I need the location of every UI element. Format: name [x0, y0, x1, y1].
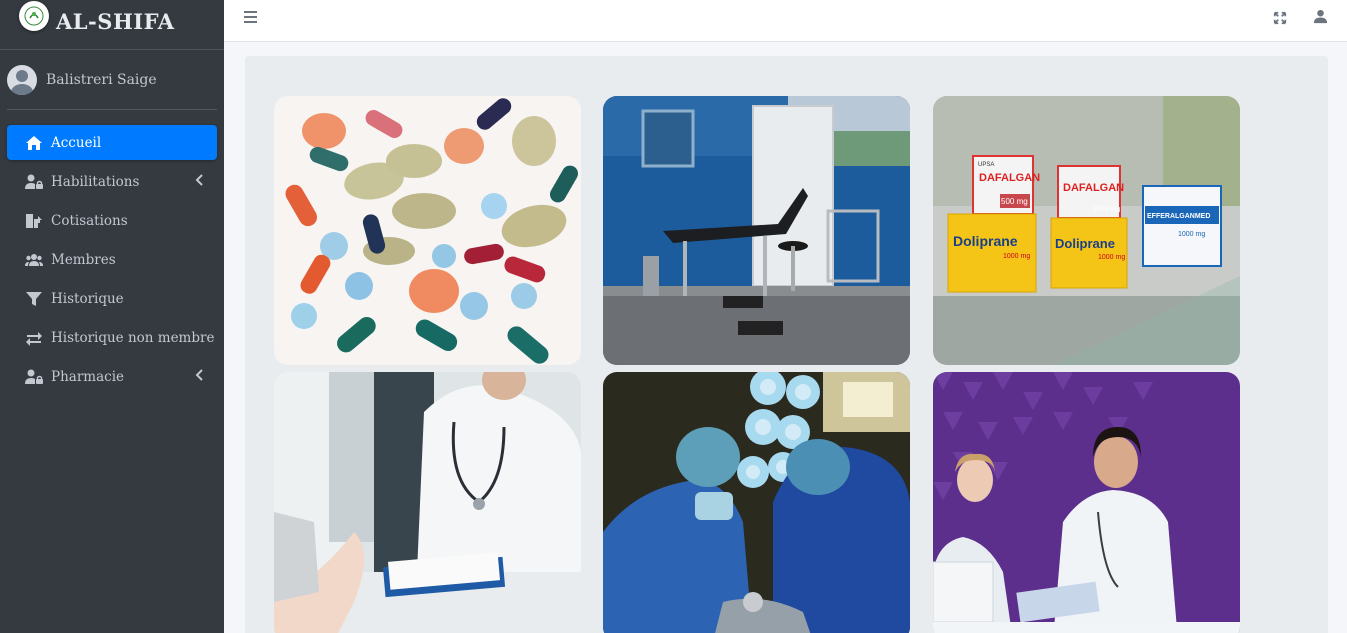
- chevron-left-icon: [195, 369, 203, 383]
- user-avatar-icon[interactable]: [7, 64, 37, 95]
- brand-name: AL-SHIFA: [56, 9, 175, 34]
- sidebar-item-cotisations[interactable]: Cotisations: [7, 203, 217, 238]
- hamburger-icon[interactable]: [244, 11, 260, 27]
- sidebar-item-historique[interactable]: Historique: [7, 281, 217, 316]
- chevron-left-icon: [195, 174, 203, 188]
- expand-icon[interactable]: [1273, 10, 1289, 26]
- user-name[interactable]: Balistreri Saige: [46, 72, 157, 88]
- sidebar-item-label: Membres: [51, 251, 116, 268]
- sidebar-item-label: Accueil: [51, 134, 102, 151]
- sidebar-item-habilitations[interactable]: Habilitations: [7, 164, 217, 199]
- sidebar: AL-SHIFA Balistreri Saige Accueil Habili…: [0, 0, 224, 633]
- brand-link[interactable]: AL-SHIFA: [0, 0, 224, 50]
- dose-label-3: 1000 mg: [1093, 206, 1120, 213]
- doctor-consultation-image: [274, 372, 581, 633]
- top-navbar: [224, 0, 1347, 42]
- sidebar-nav: Accueil Habilitations Cotisations Membre…: [0, 110, 224, 394]
- logo-icon: [19, 0, 49, 31]
- pharmacy-boxes-image: DAFALGAN 500 mg 500 mg UPSA DAFALGAN 100…: [933, 96, 1240, 365]
- sidebar-item-label: Habilitations: [51, 173, 140, 190]
- users-icon: [23, 251, 45, 269]
- filter-icon: [23, 290, 45, 308]
- dafalgan-label-2: DAFALGAN: [1063, 182, 1124, 194]
- sidebar-item-pharmacie[interactable]: Pharmacie: [7, 359, 217, 394]
- examination-room-image: [603, 96, 910, 365]
- medicine-pills-image: [274, 96, 581, 365]
- dose-label-5: 1000 mg: [1003, 253, 1030, 260]
- home-icon: [23, 134, 45, 152]
- sidebar-item-membres[interactable]: Membres: [7, 242, 217, 277]
- sidebar-item-historique-non-membre[interactable]: Historique non membre: [7, 320, 217, 355]
- user-panel: Balistreri Saige: [7, 50, 217, 110]
- content-card: DAFALGAN 500 mg 500 mg UPSA DAFALGAN 100…: [245, 56, 1328, 633]
- cotisations-icon: [23, 212, 45, 230]
- dose-label-2: 500 mg: [1001, 197, 1028, 206]
- dose-label-4: 1000 mg: [1178, 231, 1205, 238]
- efferalgan-label: EFFERALGANMED: [1147, 213, 1210, 220]
- dafalgan-label: DAFALGAN: [979, 172, 1040, 184]
- sidebar-item-label: Historique: [51, 290, 124, 307]
- exchange-icon: [23, 329, 45, 347]
- doliprane-label: Doliprane: [953, 233, 1018, 249]
- upsa-label: UPSA: [978, 162, 994, 168]
- doliprane-label-2: Doliprane: [1055, 236, 1115, 251]
- user-lock-icon: [23, 173, 45, 191]
- user-icon[interactable]: [1313, 9, 1329, 25]
- doctors-team-image: [933, 372, 1240, 633]
- sidebar-item-label: Cotisations: [51, 212, 128, 229]
- sidebar-item-accueil[interactable]: Accueil: [7, 125, 217, 160]
- surgery-image: [603, 372, 910, 633]
- sidebar-item-label: Historique non membre: [51, 329, 215, 346]
- dose-label-6: 1000 mg: [1098, 254, 1125, 261]
- sidebar-item-label: Pharmacie: [51, 368, 124, 385]
- user-lock-icon: [23, 368, 45, 386]
